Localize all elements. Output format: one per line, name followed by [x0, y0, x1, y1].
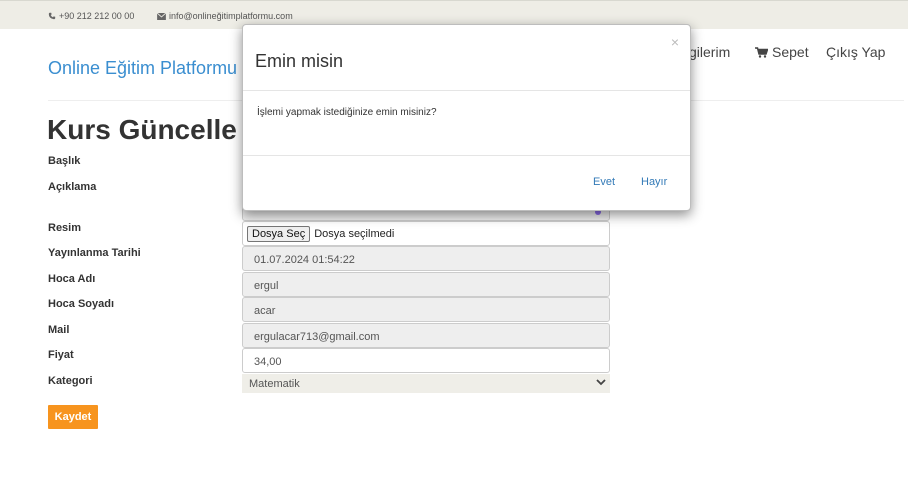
chevron-down-icon: [596, 379, 606, 386]
choose-file-button[interactable]: Dosya Seç: [247, 225, 311, 242]
phone-contact: +90 212 212 00 00: [48, 11, 134, 21]
fiyat-field[interactable]: 34,00: [242, 348, 610, 373]
nav-cart-link[interactable]: Sepet: [755, 44, 809, 60]
envelope-icon: [157, 12, 166, 20]
brand-link[interactable]: Online Eğitim Platformu: [48, 58, 237, 79]
label-aciklama: Açıklama: [48, 181, 97, 193]
email-contact: info@onlineğitimplatformu.com: [157, 11, 293, 21]
label-hoca-adi: Hoca Adı: [48, 273, 96, 285]
nav-logout-link[interactable]: Çıkış Yap: [826, 44, 885, 60]
confirm-modal: Emin misin × İşlemi yapmak istediğinize …: [242, 24, 691, 211]
hoca-soyadi-field[interactable]: acar: [242, 297, 610, 322]
kategori-select[interactable]: Matematik: [242, 374, 610, 393]
phone-icon: [48, 12, 56, 20]
close-icon[interactable]: ×: [671, 34, 679, 50]
label-fiyat: Fiyat: [48, 349, 74, 361]
email-text: info@onlineğitimplatformu.com: [169, 11, 293, 21]
modal-title: Emin misin: [255, 51, 344, 71]
confirm-no-button[interactable]: Hayır: [641, 176, 667, 188]
kategori-selected: Matematik: [249, 378, 300, 390]
hoca-adi-field[interactable]: ergul: [242, 272, 610, 297]
yayinlanma-field[interactable]: 01.07.2024 01:54:22: [242, 246, 610, 271]
mail-field[interactable]: ergulacar713@gmail.com: [242, 323, 610, 348]
label-hoca-soyadi: Hoca Soyadı: [48, 298, 115, 310]
label-kategori: Kategori: [48, 375, 93, 387]
modal-header-divider: [243, 90, 690, 91]
label-resim: Resim: [48, 222, 82, 234]
modal-footer-divider: [243, 155, 690, 156]
label-mail: Mail: [48, 324, 70, 336]
phone-text: +90 212 212 00 00: [59, 11, 135, 21]
resim-file-input[interactable]: Dosya Seç Dosya seçilmedi: [242, 221, 610, 246]
cart-icon: [755, 46, 768, 58]
nav-cart-label: Sepet: [772, 44, 809, 60]
nav-logout-label: Çıkış Yap: [826, 44, 886, 60]
confirm-yes-button[interactable]: Evet: [593, 176, 615, 188]
label-yayinlanma: Yayınlanma Tarihi: [48, 247, 141, 259]
file-status-text: Dosya seçilmedi: [314, 227, 395, 240]
save-button[interactable]: Kaydet: [48, 405, 98, 429]
page-title: Kurs Güncelle: [47, 114, 237, 145]
label-baslik: Başlık: [48, 155, 81, 167]
modal-message: İşlemi yapmak istediğinize emin misiniz?: [257, 107, 437, 118]
